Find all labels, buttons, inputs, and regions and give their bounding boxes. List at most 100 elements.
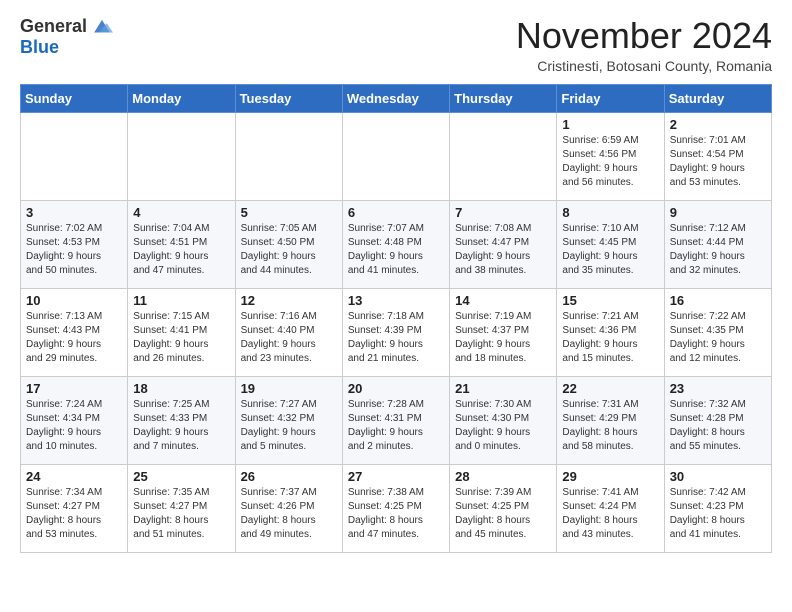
calendar-week-2: 3 Sunrise: 7:02 AM Sunset: 4:53 PM Daylig… bbox=[21, 200, 772, 288]
calendar-cell: 30 Sunrise: 7:42 AM Sunset: 4:23 PM Dayli… bbox=[664, 464, 771, 552]
day-info: Sunrise: 7:07 AM Sunset: 4:48 PM Dayligh… bbox=[348, 222, 444, 278]
day-number: 25 bbox=[133, 469, 229, 484]
day-info: Sunrise: 7:13 AM Sunset: 4:43 PM Dayligh… bbox=[26, 310, 122, 366]
calendar-cell: 29Sunrise: 7:41 AM Sunset: 4:24 PM Dayli… bbox=[557, 464, 664, 552]
subtitle: Cristinesti, Botosani County, Romania bbox=[516, 58, 772, 74]
logo-icon bbox=[91, 18, 113, 36]
header-friday: Friday bbox=[557, 84, 664, 112]
day-info: Sunrise: 7:42 AM Sunset: 4:23 PM Dayligh… bbox=[670, 486, 766, 542]
header-tuesday: Tuesday bbox=[235, 84, 342, 112]
day-number: 4 bbox=[133, 205, 229, 220]
day-info: Sunrise: 7:41 AM Sunset: 4:24 PM Dayligh… bbox=[562, 486, 658, 542]
month-title: November 2024 bbox=[516, 16, 772, 56]
day-number: 1 bbox=[562, 117, 658, 132]
day-info: Sunrise: 6:59 AM Sunset: 4:56 PM Dayligh… bbox=[562, 134, 658, 190]
calendar-week-3: 10 Sunrise: 7:13 AM Sunset: 4:43 PM Dayli… bbox=[21, 288, 772, 376]
day-number: 28 bbox=[455, 469, 551, 484]
calendar-cell: 23Sunrise: 7:32 AM Sunset: 4:28 PM Dayli… bbox=[664, 376, 771, 464]
day-info: Sunrise: 7:19 AM Sunset: 4:37 PM Dayligh… bbox=[455, 310, 551, 366]
day-info: Sunrise: 7:27 AM Sunset: 4:32 PM Dayligh… bbox=[241, 398, 337, 454]
day-info: Sunrise: 7:08 AM Sunset: 4:47 PM Dayligh… bbox=[455, 222, 551, 278]
calendar-cell: 14 Sunrise: 7:19 AM Sunset: 4:37 PM Dayli… bbox=[450, 288, 557, 376]
day-info: Sunrise: 7:18 AM Sunset: 4:39 PM Dayligh… bbox=[348, 310, 444, 366]
day-number: 10 bbox=[26, 293, 122, 308]
day-info: Sunrise: 7:02 AM Sunset: 4:53 PM Dayligh… bbox=[26, 222, 122, 278]
day-number: 8 bbox=[562, 205, 658, 220]
weekday-header-row: Sunday Monday Tuesday Wednesday Thursday… bbox=[21, 84, 772, 112]
calendar-cell: 24 Sunrise: 7:34 AM Sunset: 4:27 PM Dayli… bbox=[21, 464, 128, 552]
calendar-cell: 7 Sunrise: 7:08 AM Sunset: 4:47 PM Daylig… bbox=[450, 200, 557, 288]
day-info: Sunrise: 7:21 AM Sunset: 4:36 PM Dayligh… bbox=[562, 310, 658, 366]
day-info: Sunrise: 7:05 AM Sunset: 4:50 PM Dayligh… bbox=[241, 222, 337, 278]
calendar-cell: 15 Sunrise: 7:21 AM Sunset: 4:36 PM Dayli… bbox=[557, 288, 664, 376]
calendar-cell bbox=[128, 112, 235, 200]
day-info: Sunrise: 7:38 AM Sunset: 4:25 PM Dayligh… bbox=[348, 486, 444, 542]
header-wednesday: Wednesday bbox=[342, 84, 449, 112]
day-info: Sunrise: 7:15 AM Sunset: 4:41 PM Dayligh… bbox=[133, 310, 229, 366]
day-number: 14 bbox=[455, 293, 551, 308]
day-number: 9 bbox=[670, 205, 766, 220]
header: General Blue November 2024 Cristinesti, … bbox=[20, 16, 772, 74]
calendar-cell: 19 Sunrise: 7:27 AM Sunset: 4:32 PM Dayli… bbox=[235, 376, 342, 464]
calendar-cell: 2 Sunrise: 7:01 AM Sunset: 4:54 PM Daylig… bbox=[664, 112, 771, 200]
calendar-cell: 3 Sunrise: 7:02 AM Sunset: 4:53 PM Daylig… bbox=[21, 200, 128, 288]
day-number: 12 bbox=[241, 293, 337, 308]
day-info: Sunrise: 7:12 AM Sunset: 4:44 PM Dayligh… bbox=[670, 222, 766, 278]
day-info: Sunrise: 7:32 AM Sunset: 4:28 PM Dayligh… bbox=[670, 398, 766, 454]
calendar-cell: 18 Sunrise: 7:25 AM Sunset: 4:33 PM Dayli… bbox=[128, 376, 235, 464]
day-number: 15 bbox=[562, 293, 658, 308]
day-number: 3 bbox=[26, 205, 122, 220]
calendar: Sunday Monday Tuesday Wednesday Thursday… bbox=[20, 84, 772, 553]
calendar-cell: 10 Sunrise: 7:13 AM Sunset: 4:43 PM Dayli… bbox=[21, 288, 128, 376]
day-number: 6 bbox=[348, 205, 444, 220]
day-number: 22 bbox=[562, 381, 658, 396]
calendar-cell: 22Sunrise: 7:31 AM Sunset: 4:29 PM Dayli… bbox=[557, 376, 664, 464]
header-saturday: Saturday bbox=[664, 84, 771, 112]
calendar-cell: 1 Sunrise: 6:59 AM Sunset: 4:56 PM Daylig… bbox=[557, 112, 664, 200]
calendar-cell: 8Sunrise: 7:10 AM Sunset: 4:45 PM Daylig… bbox=[557, 200, 664, 288]
day-info: Sunrise: 7:01 AM Sunset: 4:54 PM Dayligh… bbox=[670, 134, 766, 190]
day-info: Sunrise: 7:22 AM Sunset: 4:35 PM Dayligh… bbox=[670, 310, 766, 366]
day-number: 17 bbox=[26, 381, 122, 396]
day-number: 26 bbox=[241, 469, 337, 484]
calendar-cell bbox=[342, 112, 449, 200]
calendar-cell: 6 Sunrise: 7:07 AM Sunset: 4:48 PM Daylig… bbox=[342, 200, 449, 288]
day-info: Sunrise: 7:30 AM Sunset: 4:30 PM Dayligh… bbox=[455, 398, 551, 454]
header-sunday: Sunday bbox=[21, 84, 128, 112]
day-number: 19 bbox=[241, 381, 337, 396]
calendar-cell: 12Sunrise: 7:16 AM Sunset: 4:40 PM Dayli… bbox=[235, 288, 342, 376]
logo-general: General bbox=[20, 16, 87, 37]
calendar-cell: 9 Sunrise: 7:12 AM Sunset: 4:44 PM Daylig… bbox=[664, 200, 771, 288]
day-info: Sunrise: 7:24 AM Sunset: 4:34 PM Dayligh… bbox=[26, 398, 122, 454]
day-info: Sunrise: 7:34 AM Sunset: 4:27 PM Dayligh… bbox=[26, 486, 122, 542]
day-info: Sunrise: 7:37 AM Sunset: 4:26 PM Dayligh… bbox=[241, 486, 337, 542]
calendar-cell bbox=[450, 112, 557, 200]
day-number: 5 bbox=[241, 205, 337, 220]
day-number: 7 bbox=[455, 205, 551, 220]
calendar-week-4: 17 Sunrise: 7:24 AM Sunset: 4:34 PM Dayli… bbox=[21, 376, 772, 464]
day-info: Sunrise: 7:39 AM Sunset: 4:25 PM Dayligh… bbox=[455, 486, 551, 542]
calendar-cell: 20Sunrise: 7:28 AM Sunset: 4:31 PM Dayli… bbox=[342, 376, 449, 464]
day-number: 27 bbox=[348, 469, 444, 484]
calendar-cell: 5 Sunrise: 7:05 AM Sunset: 4:50 PM Daylig… bbox=[235, 200, 342, 288]
day-number: 21 bbox=[455, 381, 551, 396]
calendar-cell: 21 Sunrise: 7:30 AM Sunset: 4:30 PM Dayli… bbox=[450, 376, 557, 464]
logo-blue: Blue bbox=[20, 37, 59, 58]
day-number: 18 bbox=[133, 381, 229, 396]
calendar-cell: 25 Sunrise: 7:35 AM Sunset: 4:27 PM Dayli… bbox=[128, 464, 235, 552]
calendar-cell: 26 Sunrise: 7:37 AM Sunset: 4:26 PM Dayli… bbox=[235, 464, 342, 552]
day-number: 30 bbox=[670, 469, 766, 484]
day-info: Sunrise: 7:25 AM Sunset: 4:33 PM Dayligh… bbox=[133, 398, 229, 454]
day-number: 13 bbox=[348, 293, 444, 308]
calendar-cell: 17 Sunrise: 7:24 AM Sunset: 4:34 PM Dayli… bbox=[21, 376, 128, 464]
logo: General Blue bbox=[20, 16, 113, 58]
day-number: 2 bbox=[670, 117, 766, 132]
header-thursday: Thursday bbox=[450, 84, 557, 112]
day-number: 20 bbox=[348, 381, 444, 396]
calendar-cell: 27 Sunrise: 7:38 AM Sunset: 4:25 PM Dayli… bbox=[342, 464, 449, 552]
calendar-cell: 4 Sunrise: 7:04 AM Sunset: 4:51 PM Daylig… bbox=[128, 200, 235, 288]
day-info: Sunrise: 7:35 AM Sunset: 4:27 PM Dayligh… bbox=[133, 486, 229, 542]
day-info: Sunrise: 7:04 AM Sunset: 4:51 PM Dayligh… bbox=[133, 222, 229, 278]
day-number: 24 bbox=[26, 469, 122, 484]
day-number: 11 bbox=[133, 293, 229, 308]
